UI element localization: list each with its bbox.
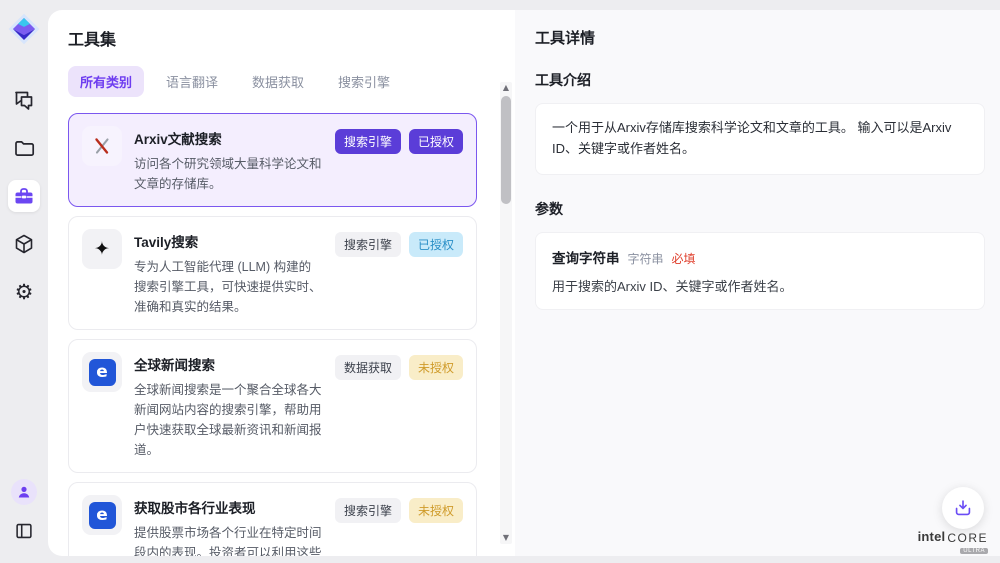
download-button[interactable] bbox=[942, 487, 984, 529]
sidebar-item-files[interactable] bbox=[8, 132, 40, 164]
sparkle-icon: ✦ bbox=[82, 229, 122, 269]
category-badge: 搜索引擎 bbox=[335, 498, 401, 523]
sidebar-bottom bbox=[0, 479, 48, 547]
list-scrollbar[interactable]: ▲ ▼ bbox=[500, 82, 512, 544]
sidebar-item-tools[interactable] bbox=[8, 180, 40, 212]
category-tab-2[interactable]: 数据获取 bbox=[240, 66, 316, 97]
toolbox-icon bbox=[12, 184, 36, 208]
tool-title: Arxiv文献搜索 bbox=[134, 128, 323, 148]
cube-icon bbox=[12, 232, 36, 256]
tool-title: Tavily搜索 bbox=[134, 231, 323, 251]
tool-title: 获取股市各行业表现 bbox=[134, 497, 323, 517]
tool-card[interactable]: e 全球新闻搜索 全球新闻搜索是一个聚合全球各大新闻网站内容的搜索引擎，帮助用户… bbox=[68, 339, 477, 473]
tool-card-list: Arxiv文献搜索 访问各个研究领域大量科学论文和文章的存储库。 搜索引擎 已授… bbox=[68, 113, 477, 556]
param-required-flag: 必填 bbox=[672, 250, 696, 267]
brand-core: CORE bbox=[947, 531, 988, 545]
arxiv-icon bbox=[82, 126, 122, 166]
tool-detail-pane: 工具详情 工具介绍 一个用于从Arxiv存储库搜索科学论文和文章的工具。 输入可… bbox=[515, 10, 1000, 556]
intro-heading: 工具介绍 bbox=[535, 70, 985, 90]
sidebar-item-settings[interactable]: ⚙ bbox=[8, 276, 40, 308]
tool-description: 专为人工智能代理 (LLM) 构建的搜索引擎工具，可快速提供实时、准确和真实的结… bbox=[134, 257, 323, 317]
tool-card[interactable]: ✦ Tavily搜索 专为人工智能代理 (LLM) 构建的搜索引擎工具，可快速提… bbox=[68, 216, 477, 330]
folder-icon bbox=[12, 136, 36, 160]
intro-box: 一个用于从Arxiv存储库搜索科学论文和文章的工具。 输入可以是Arxiv ID… bbox=[535, 103, 985, 175]
tool-card[interactable]: e 获取股市各行业表现 提供股票市场各个行业在特定时间段内的表现。投资者可以利用… bbox=[68, 482, 477, 556]
param-type: 字符串 bbox=[628, 250, 664, 267]
app-logo bbox=[7, 12, 41, 46]
download-icon bbox=[952, 497, 974, 519]
category-tab-3[interactable]: 搜索引擎 bbox=[326, 66, 402, 97]
params-heading: 参数 bbox=[535, 199, 985, 219]
sidebar-nav: ⚙ bbox=[8, 84, 40, 308]
gear-icon: ⚙ bbox=[15, 282, 34, 303]
intel-core-logo: intel CORE ultra bbox=[918, 529, 988, 554]
scroll-down-arrow[interactable]: ▼ bbox=[500, 532, 512, 544]
tool-description: 全球新闻搜索是一个聚合全球各大新闻网站内容的搜索引擎，帮助用户快速获取全球最新资… bbox=[134, 380, 323, 460]
category-tab-0[interactable]: 所有类别 bbox=[68, 66, 144, 97]
tool-list-pane: 工具集 所有类别语言翻译数据获取搜索引擎 Arxiv文献搜索 访问各个研究领域大… bbox=[48, 10, 515, 556]
blue-e-icon: e bbox=[82, 495, 122, 535]
chat-icon bbox=[12, 88, 36, 112]
detail-title: 工具详情 bbox=[535, 27, 985, 48]
status-badge: 未授权 bbox=[409, 498, 463, 523]
status-badge: 未授权 bbox=[409, 355, 463, 380]
params-box: 查询字符串 字符串 必填 用于搜索的Arxiv ID、关键字或作者姓名。 bbox=[535, 232, 985, 310]
main-container: 工具集 所有类别语言翻译数据获取搜索引擎 Arxiv文献搜索 访问各个研究领域大… bbox=[48, 10, 1000, 556]
scrollbar-thumb[interactable] bbox=[501, 96, 511, 204]
scroll-up-arrow[interactable]: ▲ bbox=[500, 82, 512, 94]
tool-card[interactable]: Arxiv文献搜索 访问各个研究领域大量科学论文和文章的存储库。 搜索引擎 已授… bbox=[68, 113, 477, 207]
sidebar-item-chat[interactable] bbox=[8, 84, 40, 116]
user-avatar[interactable] bbox=[11, 479, 37, 505]
brand-intel: intel bbox=[918, 529, 946, 544]
panel-toggle-icon[interactable] bbox=[8, 515, 40, 547]
status-badge: 已授权 bbox=[409, 129, 463, 154]
category-badge: 搜索引擎 bbox=[335, 232, 401, 257]
param-description: 用于搜索的Arxiv ID、关键字或作者姓名。 bbox=[552, 276, 968, 295]
tool-description: 访问各个研究领域大量科学论文和文章的存储库。 bbox=[134, 154, 323, 194]
status-badge: 已授权 bbox=[409, 232, 463, 257]
sidebar-item-plugins[interactable] bbox=[8, 228, 40, 260]
blue-e-icon: e bbox=[82, 352, 122, 392]
tool-title: 全球新闻搜索 bbox=[134, 354, 323, 374]
page-title: 工具集 bbox=[68, 26, 477, 50]
left-sidebar: ⚙ bbox=[0, 0, 48, 563]
param-name: 查询字符串 bbox=[552, 247, 620, 267]
category-tab-1[interactable]: 语言翻译 bbox=[154, 66, 230, 97]
intro-text: 一个用于从Arxiv存储库搜索科学论文和文章的工具。 输入可以是Arxiv ID… bbox=[552, 118, 968, 160]
category-badge: 数据获取 bbox=[335, 355, 401, 380]
param-item: 查询字符串 字符串 必填 用于搜索的Arxiv ID、关键字或作者姓名。 bbox=[552, 247, 968, 295]
category-badge: 搜索引擎 bbox=[335, 129, 401, 154]
brand-ultra-badge: ultra bbox=[960, 548, 988, 554]
tool-description: 提供股票市场各个行业在特定时间段内的表现。投资者可以利用这些信息来识别表现优于或… bbox=[134, 523, 323, 556]
category-tabs: 所有类别语言翻译数据获取搜索引擎 bbox=[68, 66, 477, 97]
